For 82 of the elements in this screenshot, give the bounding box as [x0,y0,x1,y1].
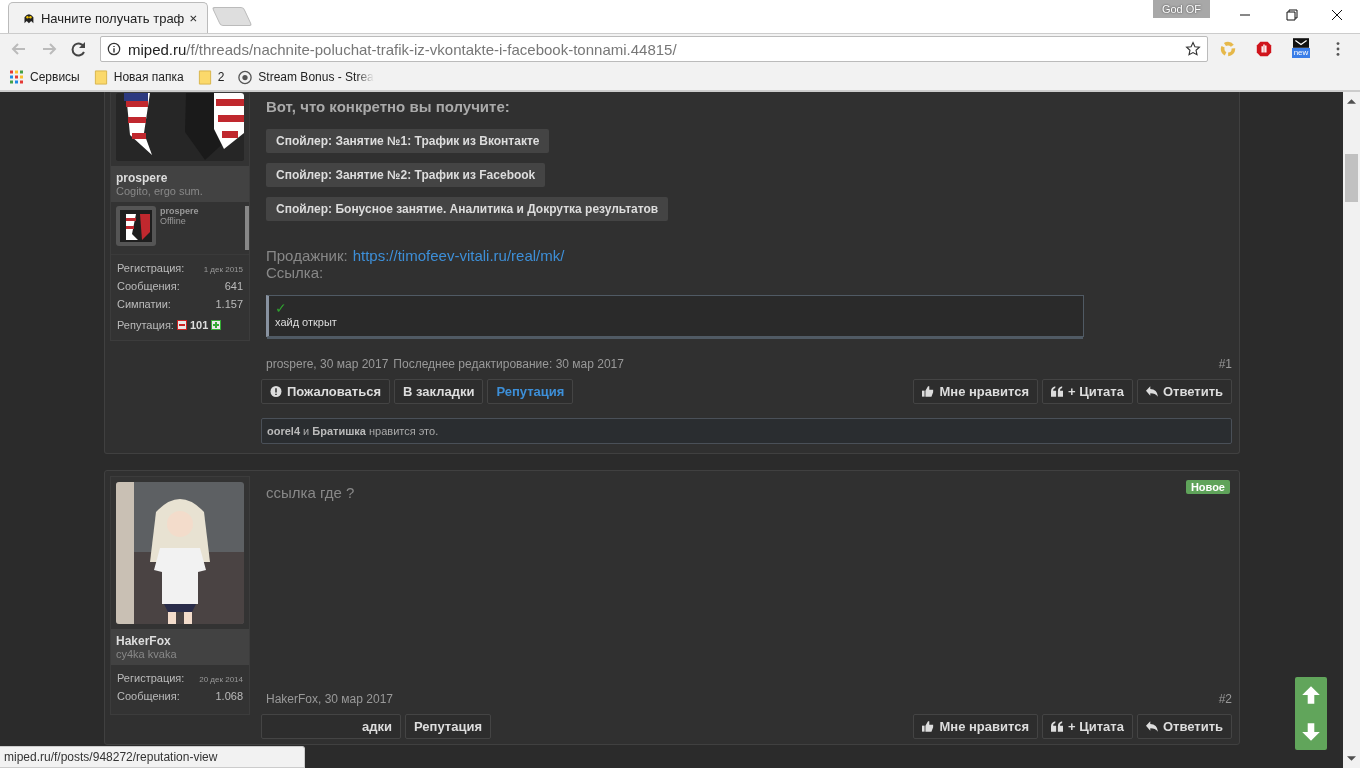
action-button[interactable]: + Цитата [1042,379,1133,404]
plus-icon[interactable] [211,320,222,330]
stat-label: Регистрация: [117,262,185,274]
new-badge: Новое [1185,480,1230,494]
action-button[interactable]: В закладки [394,379,484,404]
folder-icon [93,69,108,85]
info-icon [107,42,121,56]
minus-icon[interactable] [176,320,187,330]
quote-icon [1051,386,1064,397]
thumbs-up-icon [922,721,935,732]
close-icon[interactable] [190,13,197,23]
spoiler-button[interactable]: Спойлер: Занятие №2: Трафик из Facebook [266,163,546,187]
quote-icon [1051,721,1064,732]
hidden-content-text: хайд открыт [275,316,338,328]
spoiler-button[interactable]: Спойлер: Бонусное занятие. Аналитика и Докрутка результатов [266,197,669,221]
profile-name[interactable]: prospere [160,206,241,216]
stat-value: 1.068 [215,690,243,702]
scroll-thumb[interactable] [1345,154,1358,202]
user-title: cy4ka kvaka [116,648,178,660]
ring-icon[interactable] [1219,40,1237,58]
stat-label: Сообщения: [117,280,180,292]
action-button[interactable]: Мне нравится [913,714,1039,739]
tab-title: Начните получать траф [40,10,185,26]
action-button[interactable]: Репутация [487,379,574,404]
likes-text: oorel4 и Братишка нравится это. [261,418,1232,444]
stop-hand-icon[interactable] [1255,40,1273,58]
url-text: miped.ru/f/threads/nachnite-poluchat-trafik-iz-vkontakte-i-facebook-tonnami.44815/ [128,40,678,58]
site-logo-icon [238,69,253,85]
scroll-up-icon[interactable] [1347,98,1356,104]
content-heading: Вот, что конкретно вы получите: [266,98,511,115]
stat-value: 641 [224,280,243,292]
thumbs-up-icon [922,386,935,397]
user-title: Cogito, ergo sum. [116,185,204,197]
seller-label: Продажник: [266,247,348,264]
apps-grid-icon [10,69,24,85]
post-number[interactable]: #2 [1218,692,1232,706]
arrow-up-icon[interactable] [1300,684,1322,707]
seller-link[interactable]: https://timofeev-vitali.ru/real/mk/ [352,247,565,264]
bookmark[interactable]: Новая папка [93,69,184,85]
new-badge: new [1291,48,1311,58]
scroll-grip[interactable] [245,206,249,250]
address-bar[interactable]: miped.ru/f/threads/nachnite-poluchat-trafik-iz-vkontakte-i-facebook-tonnami.44815/ [100,36,1208,62]
link-label: Ссылка: [266,264,324,281]
browser-tab[interactable]: Начните получать траф [8,2,208,33]
star-icon[interactable] [1185,41,1201,57]
stat-label: Регистрация: [117,672,185,684]
stat-label: Репутация: [117,319,174,331]
username[interactable]: HakerFox [116,634,244,648]
reply-icon [1145,721,1158,732]
arrow-down-icon[interactable] [1300,720,1322,743]
online-status: Offline [160,216,187,226]
username[interactable]: prospere [116,171,244,185]
scrollbar[interactable] [1343,92,1360,768]
action-button[interactable]: Ответить [1136,714,1232,739]
post-author-date[interactable]: prospere, 30 мар 2017 [266,357,389,371]
spoiler-button[interactable]: Спойлер: Занятие №1: Трафик из Вконтакте [266,129,550,153]
bookmark[interactable]: Stream Bonus - Strea [238,69,374,85]
check-mark: ✓ [275,300,287,316]
action-button[interactable]: Репутация [405,714,491,739]
stat-label: Сообщения: [117,690,180,702]
status-url: miped.ru/f/posts/948272/reputation-view [0,746,305,768]
stat-value: 20 дек 2014 [199,675,243,684]
new-tab-button[interactable] [211,7,253,26]
action-button[interactable]: Мне нравится [913,379,1039,404]
stat-value: 1 дек 2015 [203,265,243,274]
scroll-down-icon[interactable] [1347,756,1356,762]
bookmark[interactable]: 2 [197,69,225,85]
edited-note: Последнее редактирование: 30 мар 2017 [393,357,624,371]
stat-value: 1.157 [215,298,243,310]
action-button[interactable]: Ответить [1136,379,1232,404]
folder-icon [197,69,212,85]
post-number[interactable]: #1 [1218,357,1232,371]
action-button[interactable]: + Цитата [1042,714,1133,739]
action-button[interactable]: Пожаловаться [261,379,390,404]
reply-icon [1145,386,1158,397]
post-author-date[interactable]: HakerFox, 30 мар 2017 [266,692,393,706]
alert-icon [270,386,282,397]
bookmark[interactable]: Сервисы [10,69,80,85]
post-message: ссылка где ? [266,484,355,501]
stat-label: Симпатии: [117,298,171,310]
reputation-value: 101 [189,319,209,331]
action-button[interactable]: адки [261,714,401,739]
